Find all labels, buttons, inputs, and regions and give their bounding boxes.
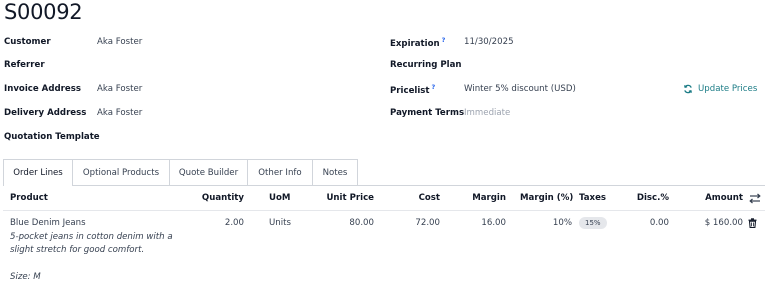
page-title: S00092 (4, 0, 83, 24)
tab-quote-builder[interactable]: Quote Builder (170, 159, 248, 186)
invoice-address-field[interactable]: Aka Foster (97, 84, 142, 94)
update-prices-button[interactable]: Update Prices (683, 84, 757, 94)
column-amount[interactable]: Amount (700, 193, 743, 203)
product-description-line-3: Size: M (10, 272, 41, 282)
customer-field[interactable]: Aka Foster (97, 37, 142, 47)
update-prices-label: Update Prices (698, 84, 758, 94)
tab-optional-products[interactable]: Optional Products (73, 159, 170, 186)
margin-cell: 16.00 (481, 218, 506, 228)
payment-terms-label: Payment Terms (390, 108, 465, 118)
pricelist-field[interactable]: Winter 5% discount (USD) (464, 84, 576, 94)
column-uom[interactable]: UoM (269, 193, 290, 203)
active-tab-gap (4, 184, 72, 187)
column-cost[interactable]: Cost (400, 193, 440, 203)
pricelist-label: Pricelist? (390, 83, 435, 96)
sliders-icon[interactable] (749, 193, 761, 204)
product-description-line-1: 5-pocket jeans in cotton denim with a (10, 232, 173, 242)
referrer-field[interactable] (97, 60, 297, 72)
customer-label: Customer (4, 37, 51, 47)
refresh-icon (683, 84, 693, 94)
column-disc[interactable]: Disc.% (630, 193, 669, 203)
expiration-label-text: Expiration (390, 38, 440, 49)
column-margin-pct[interactable]: Margin (%) (520, 193, 573, 203)
tax-badge[interactable]: 15% (579, 217, 607, 229)
invoice-address-label: Invoice Address (4, 84, 81, 94)
uom-cell[interactable]: Units (269, 218, 291, 228)
margin-pct-cell: 10% (552, 218, 572, 228)
tab-other-info[interactable]: Other Info (248, 159, 313, 186)
quantity-cell[interactable]: 2.00 (190, 218, 244, 228)
trash-icon[interactable] (748, 218, 757, 229)
tab-notes[interactable]: Notes (313, 159, 358, 186)
tab-order-lines[interactable]: Order Lines (3, 159, 73, 186)
column-taxes[interactable]: Taxes (579, 193, 606, 203)
recurring-plan-field[interactable] (464, 60, 664, 72)
expiration-field[interactable]: 11/30/2025 (464, 37, 514, 47)
disc-cell[interactable]: 0.00 (630, 218, 669, 228)
help-icon[interactable]: ? (432, 83, 436, 91)
pricelist-label-text: Pricelist (390, 85, 430, 96)
recurring-plan-label: Recurring Plan (390, 60, 462, 70)
column-quantity[interactable]: Quantity (190, 193, 244, 203)
expiration-label: Expiration? (390, 36, 445, 49)
column-unit-price[interactable]: Unit Price (320, 193, 374, 203)
column-product[interactable]: Product (10, 193, 48, 203)
delivery-address-field[interactable]: Aka Foster (97, 108, 142, 118)
table-header-divider (3, 210, 765, 211)
quotation-template-field[interactable] (97, 132, 297, 144)
notebook-tabs: Order Lines Optional Products Quote Buil… (3, 159, 358, 186)
product-description-line-2: slight stretch for good comfort. (10, 245, 145, 255)
help-icon[interactable]: ? (442, 36, 446, 44)
quotation-template-label: Quotation Template (4, 132, 100, 142)
column-margin[interactable]: Margin (466, 193, 506, 203)
delivery-address-label: Delivery Address (4, 108, 87, 118)
cost-cell: 72.00 (415, 218, 440, 228)
referrer-label: Referrer (4, 60, 45, 70)
amount-cell: $ 160.00 (704, 218, 743, 228)
tabs-divider (3, 185, 765, 186)
payment-terms-field[interactable]: Immediate (464, 108, 510, 118)
unit-price-cell[interactable]: 80.00 (320, 218, 374, 228)
product-cell[interactable]: Blue Denim Jeans (10, 218, 86, 228)
